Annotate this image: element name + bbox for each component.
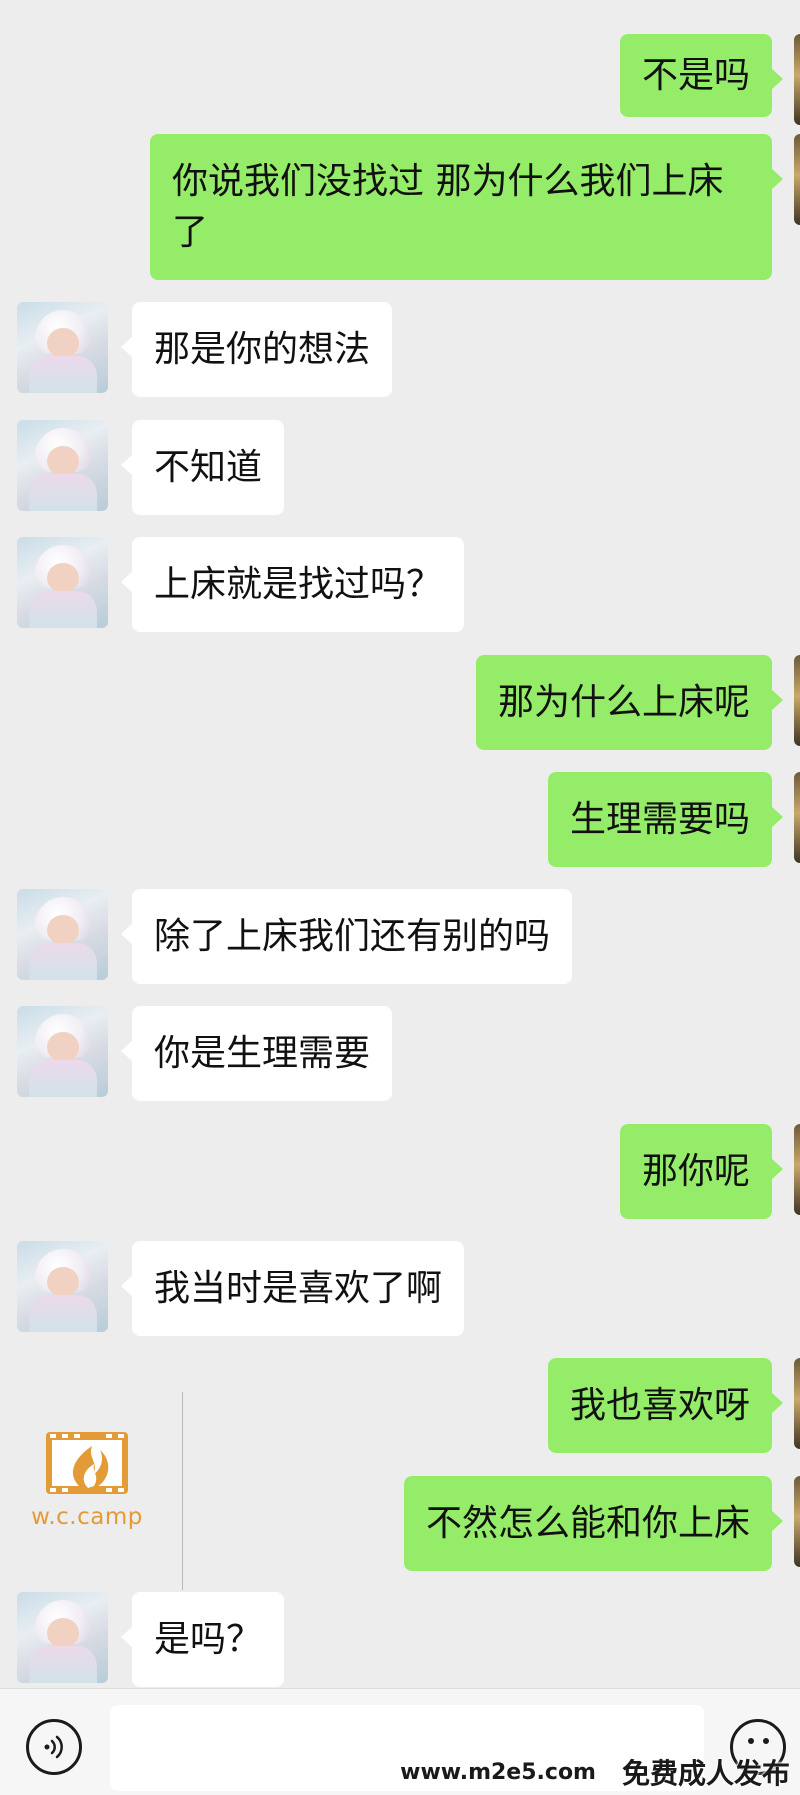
message-text: 我当时是喜欢了啊	[154, 1268, 443, 1309]
message-bubble[interactable]: 不然怎么能和你上床	[403, 1476, 784, 1571]
contact-avatar[interactable]	[17, 537, 108, 628]
contact-avatar[interactable]	[17, 420, 108, 511]
contact-avatar[interactable]	[17, 1241, 108, 1332]
message-text: 不是吗	[641, 55, 750, 96]
film-flame-icon	[46, 1432, 128, 1494]
message-text: 上床就是找过吗？	[154, 564, 443, 605]
message-bubble[interactable]: 我当时是喜欢了啊	[120, 1241, 465, 1336]
message-bubble[interactable]: 你说我们没找过 那为什么我们上床了	[150, 134, 783, 280]
my-avatar[interactable]	[794, 1124, 800, 1215]
message-bubble[interactable]: 上床就是找过吗？	[120, 537, 465, 632]
message-text: 除了上床我们还有别的吗	[154, 916, 551, 957]
message-bubble[interactable]: 那你呢	[619, 1124, 784, 1219]
my-avatar[interactable]	[794, 34, 800, 125]
message-text: 那是你的想法	[154, 329, 371, 370]
contact-avatar[interactable]	[17, 302, 108, 393]
logo-text: w.c.camp	[31, 1504, 143, 1530]
my-avatar[interactable]	[794, 1358, 800, 1449]
message-bubble[interactable]: 那是你的想法	[120, 302, 393, 397]
wc-camp-logo: w.c.camp	[26, 1424, 148, 1534]
site-slogan: 免费成人发布	[621, 1757, 790, 1790]
message-text: 你说我们没找过 那为什么我们上床了	[172, 161, 724, 253]
site-watermark: www.m2e5.com 免费成人发布	[400, 1752, 790, 1792]
my-avatar[interactable]	[794, 1476, 800, 1567]
message-bubble[interactable]: 除了上床我们还有别的吗	[120, 889, 573, 984]
message-text: 不然怎么能和你上床	[425, 1503, 750, 1544]
message-bubble[interactable]: 不是吗	[619, 34, 784, 117]
contact-avatar[interactable]	[17, 1592, 108, 1683]
voice-icon	[44, 1735, 63, 1759]
chat-messages: 不是吗 你说我们没找过 那为什么我们上床了 那是你的想法 不知道 上床就是找过吗…	[0, 0, 800, 1688]
contact-avatar[interactable]	[17, 889, 108, 980]
message-text: 我也喜欢呀	[569, 1385, 750, 1426]
message-bubble[interactable]: 我也喜欢呀	[547, 1358, 784, 1453]
message-bubble[interactable]: 是吗？	[120, 1592, 285, 1687]
emoji-icon	[748, 1738, 754, 1744]
contact-avatar[interactable]	[17, 1006, 108, 1097]
message-text: 是吗？	[154, 1619, 263, 1660]
message-bubble[interactable]: 你是生理需要	[120, 1006, 393, 1101]
message-bubble[interactable]: 生理需要吗	[547, 772, 784, 867]
site-url: www.m2e5.com	[400, 1759, 596, 1785]
message-bubble[interactable]: 不知道	[120, 420, 285, 515]
my-avatar[interactable]	[794, 772, 800, 863]
my-avatar[interactable]	[794, 655, 800, 746]
divider	[182, 1392, 183, 1590]
message-text: 那你呢	[641, 1151, 750, 1192]
message-text: 你是生理需要	[154, 1033, 371, 1074]
message-text: 生理需要吗	[569, 799, 750, 840]
message-text: 那为什么上床呢	[497, 682, 750, 723]
my-avatar[interactable]	[794, 134, 800, 225]
message-text: 不知道	[154, 447, 263, 488]
message-bubble[interactable]: 那为什么上床呢	[475, 655, 784, 750]
voice-button[interactable]	[26, 1719, 82, 1775]
